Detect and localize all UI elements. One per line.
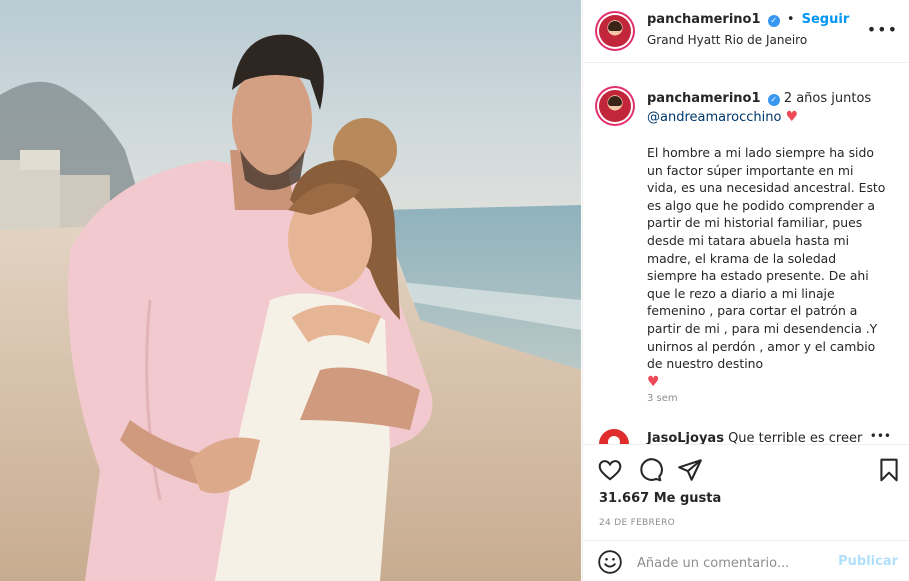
caption-header: panchamerino1 ✓ 2 años juntos @andreamar… [647,90,887,127]
like-heart-icon[interactable] [597,457,623,483]
post-date[interactable]: 24 DE FEBRERO [599,518,675,528]
caption-username[interactable]: panchamerino1 [647,91,761,106]
separator-dot: • [786,12,795,27]
comment-username[interactable]: JasoLjoyas [647,431,724,444]
caption-text: El hombre a mi lado siempre ha sido un f… [647,145,886,372]
post-username[interactable]: panchamerino1 [647,12,761,27]
couple-beach-photo [0,34,581,581]
caption-body: El hombre a mi lado siempre ha sido un f… [647,144,887,391]
heart-emoji-icon: ♥ [647,373,660,390]
more-options-icon[interactable]: ••• [867,20,898,39]
follow-button[interactable]: Seguir [802,12,850,27]
caption-time[interactable]: 3 sem [647,393,678,404]
comment-text-line: JasoLjoyas Que terrible es creer [647,431,862,444]
comment-more-icon[interactable]: ••• [870,429,891,443]
profile-avatar[interactable] [599,15,631,47]
post-photo[interactable] [0,0,581,581]
verified-badge-icon: ✓ [767,15,780,27]
save-bookmark-icon[interactable] [876,457,902,483]
caption-title: 2 años juntos [783,91,872,106]
caption-mention[interactable]: @andreamarocchino [647,110,781,125]
heart-emoji-icon: ♥ [785,109,799,125]
post-actions: 31.667 Me gusta 24 DE FEBRERO [583,444,909,540]
caption-avatar[interactable] [599,90,631,122]
comment-text: Que terrible es creer [728,431,863,444]
likes-count[interactable]: 31.667 Me gusta [599,491,721,506]
share-send-icon[interactable] [677,457,703,483]
post-location[interactable]: Grand Hyatt Rio de Janeiro [647,33,807,47]
header-user-line: panchamerino1 ✓ • Seguir [647,12,849,27]
publish-button[interactable]: Publicar [838,554,898,569]
post-header: panchamerino1 ✓ • Seguir Grand Hyatt Rio… [583,0,909,63]
post-side-panel: panchamerino1 ✓ • Seguir Grand Hyatt Rio… [582,0,909,581]
emoji-smiley-icon[interactable] [597,549,623,575]
commenter-avatar[interactable] [599,429,629,444]
comments-area[interactable]: panchamerino1 ✓ 2 años juntos @andreamar… [583,64,909,444]
comment-bubble-icon[interactable] [637,457,663,483]
comment-item: JasoLjoyas Que terrible es creer ••• [599,429,899,444]
comment-input[interactable] [635,552,839,574]
verified-badge-icon: ✓ [767,94,780,106]
add-comment-bar: Publicar [583,540,909,581]
